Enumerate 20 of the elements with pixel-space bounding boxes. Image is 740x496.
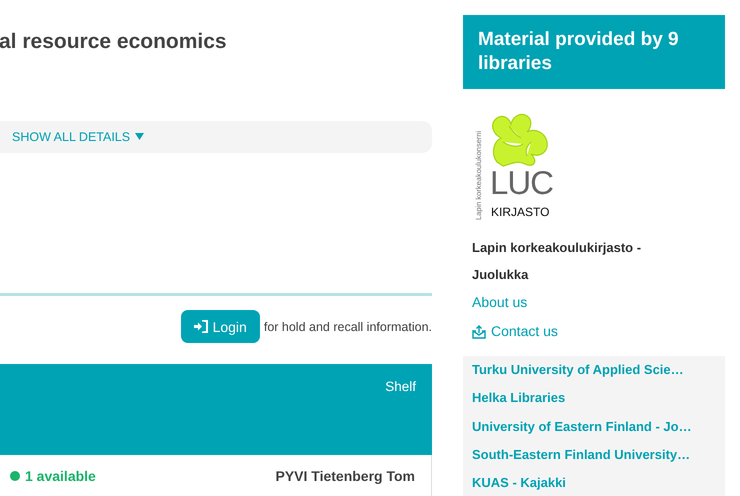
show-details-toggle[interactable]: SHOW ALL DETAILS (12, 130, 144, 144)
libraries-heading: Material provided by 9 libraries (463, 15, 725, 89)
library-name: Lapin korkeakoulukirjasto - Juolukka (472, 239, 642, 284)
library-link[interactable]: South-Eastern Finland University… (472, 440, 690, 470)
login-button[interactable]: Login (180, 310, 260, 343)
column-header: Shelf (385, 379, 416, 394)
availability-status: 1 available (25, 468, 96, 484)
shelf-location: PYVI Tietenberg Tom (275, 468, 415, 484)
about-link[interactable]: About us (472, 288, 528, 317)
login-icon (194, 320, 208, 333)
contact-link[interactable]: Contact us (472, 317, 558, 346)
library-link[interactable]: Helka Libraries (472, 384, 566, 413)
library-link[interactable]: Turku University of Applied Scie… (472, 356, 684, 384)
library-link[interactable]: University of Eastern Finland - Jo… (472, 412, 692, 441)
logo-subtitle: KIRJASTO (491, 205, 550, 219)
caret-icon (135, 133, 144, 141)
logo-text: LUC (490, 166, 554, 200)
login-note: for hold and recall information. (264, 320, 432, 334)
envelope-icon (472, 324, 486, 338)
library-link[interactable]: KUAS - Kajakki (472, 469, 566, 496)
